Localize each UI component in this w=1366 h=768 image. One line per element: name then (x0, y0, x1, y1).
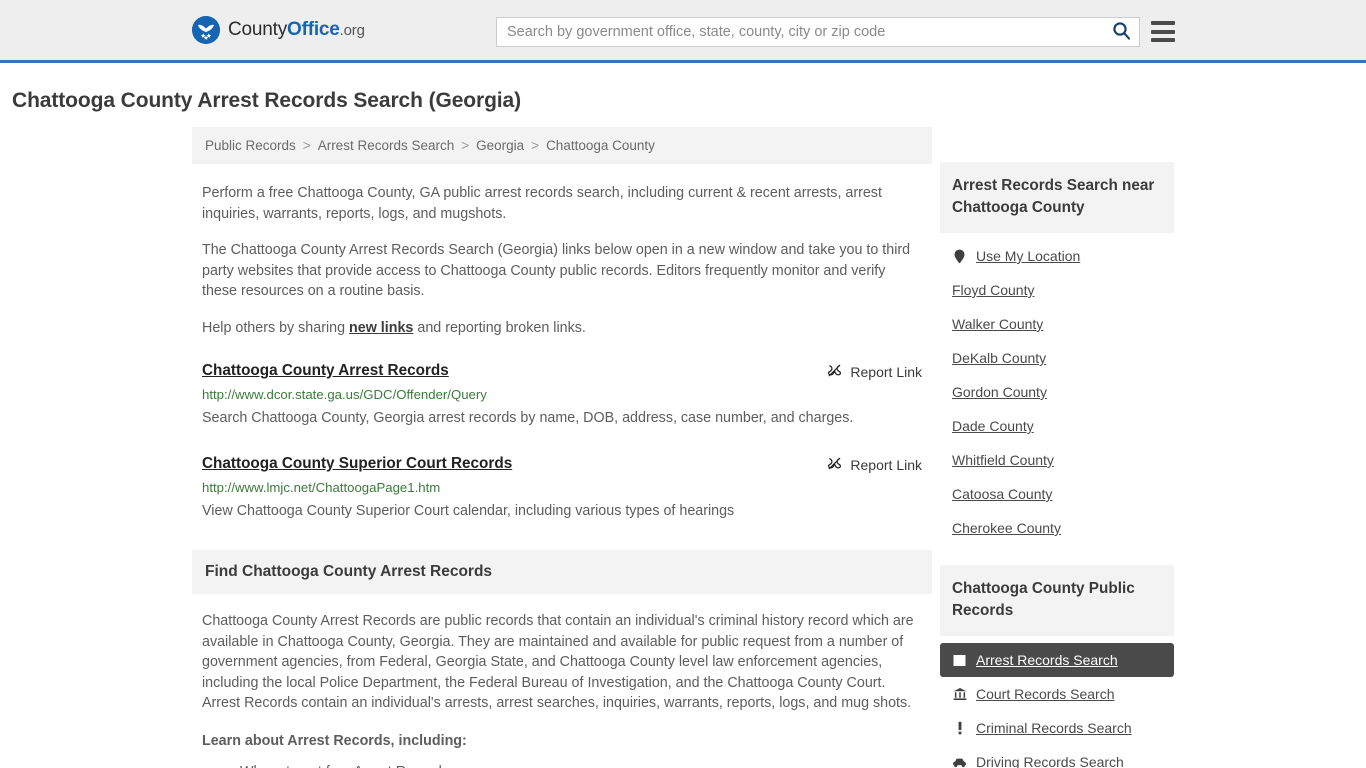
page-title: Chattooga County Arrest Records Search (… (12, 89, 522, 112)
logo-text-office: Office (287, 19, 340, 40)
breadcrumb-item-chattooga-county[interactable]: Chattooga County (546, 138, 655, 153)
public-records-panel-heading: Chattooga County Public Records (952, 580, 1135, 619)
result-header: Chattooga County Superior Court Records … (202, 455, 922, 474)
learn-about-heading: Learn about Arrest Records, including: (202, 732, 467, 749)
results-list: Chattooga County Arrest Records Report L… (192, 362, 932, 523)
nearby-panel-list: Use My Location Floyd County Walker Coun… (940, 239, 1174, 545)
intro-paragraph-1: Perform a free Chattooga County, GA publ… (202, 185, 882, 222)
sidebar-item-label[interactable]: Catoosa County (952, 486, 1052, 502)
exclamation-icon (952, 721, 967, 735)
search-button[interactable] (1103, 18, 1139, 46)
result-description: View Chattooga County Superior Court cal… (202, 503, 735, 519)
result-url: http://www.dcor.state.ga.us/GDC/Offender… (202, 387, 487, 402)
list-item: Where to get free Arrest Records (240, 761, 922, 768)
site-header: CountyOffice.org (0, 0, 1366, 63)
find-records-heading: Find Chattooga County Arrest Records (205, 563, 493, 580)
menu-bar-3 (1151, 38, 1175, 42)
sidebar-item-walker-county[interactable]: Walker County (940, 307, 1174, 341)
broken-link-icon (827, 363, 842, 381)
result-item: Chattooga County Arrest Records Report L… (202, 362, 922, 430)
sidebar-item-floyd-county[interactable]: Floyd County (940, 273, 1174, 307)
learn-about-list: Where to get free Arrest Records (202, 761, 922, 768)
nearby-panel-header: Arrest Records Search near Chattooga Cou… (940, 162, 1174, 233)
nearby-panel-heading: Arrest Records Search near Chattooga Cou… (952, 177, 1155, 216)
menu-bar-1 (1151, 21, 1175, 25)
intro-p3-after: and reporting broken links. (413, 319, 586, 336)
menu-bar-2 (1151, 29, 1175, 34)
sidebar-item-label[interactable]: Use My Location (976, 248, 1080, 264)
find-records-section-header: Find Chattooga County Arrest Records (192, 550, 932, 594)
nearby-searches-panel: Arrest Records Search near Chattooga Cou… (940, 162, 1174, 545)
sidebar-item-label[interactable]: Criminal Records Search (976, 720, 1132, 736)
sidebar-item-use-my-location[interactable]: Use My Location (940, 239, 1174, 273)
find-records-body-text: Chattooga County Arrest Records are publ… (202, 613, 914, 711)
sidebar: Arrest Records Search near Chattooga Cou… (940, 127, 1174, 768)
public-records-panel-header: Chattooga County Public Records (940, 565, 1174, 636)
logo-text-tld: .org (339, 22, 365, 39)
report-link-label: Report Link (850, 364, 922, 380)
courthouse-icon (952, 687, 967, 701)
sidebar-item-dekalb-county[interactable]: DeKalb County (940, 341, 1174, 375)
site-logo[interactable]: CountyOffice.org (192, 16, 365, 44)
result-header: Chattooga County Arrest Records Report L… (202, 362, 922, 381)
sidebar-item-dade-county[interactable]: Dade County (940, 409, 1174, 443)
result-item: Chattooga County Superior Court Records … (202, 455, 922, 523)
car-icon (952, 757, 967, 768)
search-bar (496, 17, 1140, 47)
breadcrumb-item-public-records[interactable]: Public Records (205, 138, 296, 153)
square-icon (952, 654, 967, 667)
sidebar-item-label[interactable]: Floyd County (952, 282, 1034, 298)
intro-paragraph-2: The Chattooga County Arrest Records Sear… (202, 242, 911, 299)
public-records-panel-list: Arrest Records Search Court Records Sear… (940, 643, 1174, 768)
public-records-panel: Chattooga County Public Records Arrest R… (940, 565, 1174, 768)
sidebar-item-label[interactable]: Court Records Search (976, 686, 1115, 702)
breadcrumb-item-arrest-records-search[interactable]: Arrest Records Search (318, 138, 455, 153)
page-body: Chattooga County Arrest Records Search (… (0, 89, 1366, 768)
sidebar-item-cherokee-county[interactable]: Cherokee County (940, 511, 1174, 545)
result-title-link[interactable]: Chattooga County Arrest Records (202, 362, 449, 380)
report-link-button[interactable]: Report Link (827, 456, 922, 474)
sidebar-item-catoosa-county[interactable]: Catoosa County (940, 477, 1174, 511)
sidebar-item-label[interactable]: Whitfield County (952, 452, 1054, 468)
breadcrumb-separator: > (531, 138, 540, 153)
report-link-button[interactable]: Report Link (827, 363, 922, 381)
sidebar-item-label[interactable]: Cherokee County (952, 520, 1061, 536)
find-records-section-body: Chattooga County Arrest Records are publ… (192, 611, 932, 768)
report-link-label: Report Link (850, 457, 922, 473)
sidebar-item-label[interactable]: Gordon County (952, 384, 1047, 400)
content-row: Public Records > Arrest Records Search >… (192, 127, 1174, 768)
sidebar-item-driving-records-search[interactable]: Driving Records Search (940, 745, 1174, 768)
sidebar-item-label[interactable]: DeKalb County (952, 350, 1046, 366)
sidebar-item-whitfield-county[interactable]: Whitfield County (940, 443, 1174, 477)
sidebar-item-court-records-search[interactable]: Court Records Search (940, 677, 1174, 711)
sidebar-item-arrest-records-search[interactable]: Arrest Records Search (940, 643, 1174, 677)
intro-paragraph-3: Help others by sharing new links and rep… (202, 318, 922, 339)
breadcrumb-item-georgia[interactable]: Georgia (476, 138, 524, 153)
sidebar-item-criminal-records-search[interactable]: Criminal Records Search (940, 711, 1174, 745)
logo-wordmark: CountyOffice.org (228, 19, 365, 41)
result-url: http://www.lmjc.net/ChattoogaPage1.htm (202, 480, 441, 495)
sidebar-item-label[interactable]: Driving Records Search (976, 754, 1124, 768)
eagle-seal-logo-icon (192, 16, 220, 44)
intro-p3-before: Help others by sharing (202, 319, 350, 336)
new-links-link[interactable]: new links (349, 320, 413, 336)
breadcrumb-separator: > (461, 138, 470, 153)
sidebar-item-gordon-county[interactable]: Gordon County (940, 375, 1174, 409)
search-icon (1112, 21, 1131, 43)
hamburger-menu-icon[interactable] (1151, 21, 1175, 42)
result-description: Search Chattooga County, Georgia arrest … (202, 410, 854, 426)
main-column: Public Records > Arrest Records Search >… (192, 127, 932, 768)
broken-link-icon (827, 456, 842, 474)
sidebar-item-label[interactable]: Dade County (952, 418, 1034, 434)
map-pin-icon (952, 249, 967, 264)
result-title-link[interactable]: Chattooga County Superior Court Records (202, 455, 512, 473)
sidebar-item-label[interactable]: Walker County (952, 316, 1043, 332)
breadcrumb: Public Records > Arrest Records Search >… (192, 127, 932, 164)
sidebar-item-label[interactable]: Arrest Records Search (976, 652, 1118, 668)
logo-text-county: County (228, 19, 288, 40)
breadcrumb-separator: > (302, 138, 311, 153)
intro-text: Perform a free Chattooga County, GA publ… (192, 183, 932, 338)
search-input[interactable] (497, 18, 1103, 46)
